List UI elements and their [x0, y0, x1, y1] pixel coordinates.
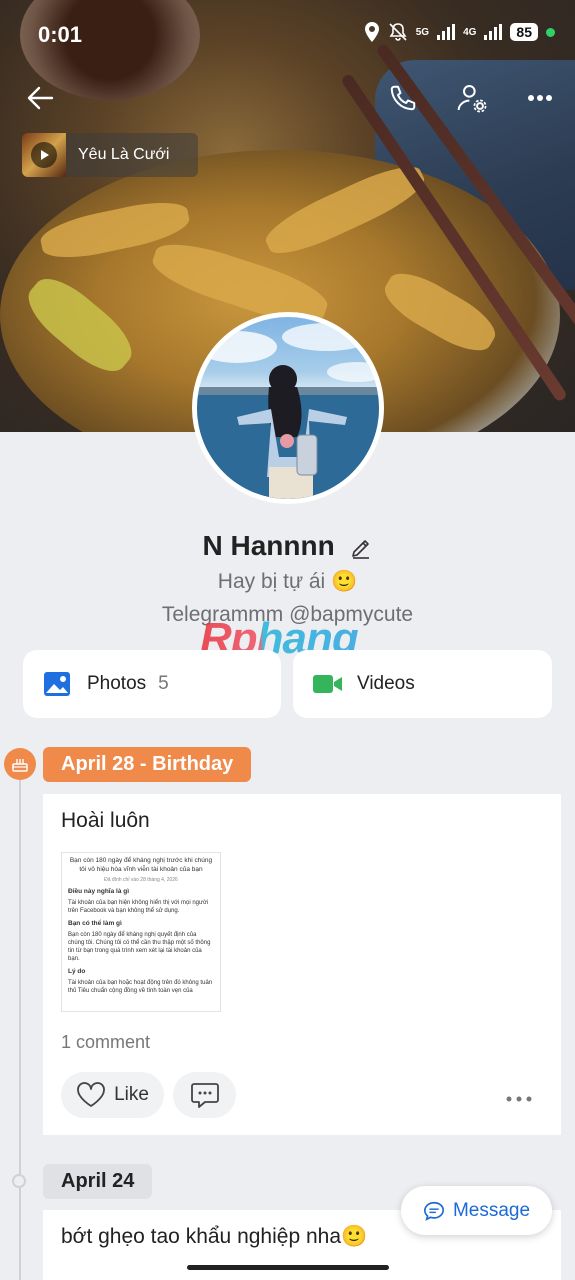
profile-avatar[interactable]: [192, 312, 384, 504]
mute-bell-icon: [389, 23, 407, 41]
timeline-node: [12, 1174, 26, 1188]
comment-count[interactable]: 1 comment: [61, 1032, 150, 1053]
photos-count: 5: [158, 673, 169, 694]
user-settings-icon: [457, 85, 487, 113]
music-thumbnail: [22, 133, 66, 177]
birthday-cake-icon: [4, 748, 36, 780]
attachment-section-body: Bạn còn 180 ngày để kháng nghị quyết địn…: [68, 932, 211, 963]
attachment-section-title: Bạn có thể làm gì: [68, 920, 122, 928]
attachment-heading: Bạn còn 180 ngày để kháng nghị trước khi…: [69, 857, 213, 873]
photos-label: Photos: [87, 673, 147, 694]
attachment-section-body: Tài khoản của bạn hiện không hiển thị vớ…: [68, 900, 209, 915]
call-button[interactable]: [385, 80, 421, 116]
profile-name-row: N Hannnn: [0, 530, 575, 562]
post-text: bớt ghẹo tao khẩu nghiệp nha🙂: [61, 1225, 368, 1248]
location-icon: [364, 22, 379, 42]
post-options-button[interactable]: [505, 1090, 533, 1108]
edit-pencil-icon[interactable]: [349, 536, 373, 560]
like-label: Like: [114, 1084, 149, 1105]
profile-bio-line-1: Hay bị tự ái 🙂: [217, 570, 358, 593]
comment-button[interactable]: [173, 1072, 236, 1118]
like-button[interactable]: Like: [61, 1072, 164, 1118]
videos-tile[interactable]: Videos: [293, 650, 552, 718]
attachment-section-body: Tài khoản của bạn hoặc hoạt động trên đó…: [68, 980, 213, 995]
profile-settings-button[interactable]: [454, 80, 490, 116]
signal-icon: [437, 24, 456, 40]
music-title: Yêu Là Cưới: [78, 146, 170, 163]
attachment-section-title: Điều này nghĩa là gì: [68, 888, 130, 896]
attachment-section-title: Lý do: [68, 968, 86, 976]
more-horizontal-icon: [506, 1096, 532, 1102]
timeline-post: Hoài luôn Bạn còn 180 ngày để kháng nghị…: [43, 794, 561, 1135]
profile-name: N Hannnn: [202, 530, 335, 561]
battery-level: 85: [510, 23, 538, 41]
heart-icon: [77, 1082, 105, 1107]
network-4g-label: 4G: [463, 26, 477, 38]
video-camera-icon: [313, 675, 342, 693]
privacy-indicator-dot: [546, 27, 555, 37]
photos-icon: [44, 672, 70, 696]
photos-tile[interactable]: Photos 5: [23, 650, 281, 718]
back-button[interactable]: [22, 80, 58, 116]
status-bar: 0:01 5G 4G 85: [0, 0, 575, 68]
post-text: Hoài luôn: [61, 809, 150, 832]
timeline-line: [19, 780, 21, 1280]
status-icons: 5G 4G 85: [364, 22, 555, 42]
videos-label: Videos: [357, 673, 415, 694]
more-horizontal-icon: [528, 95, 552, 101]
phone-icon: [390, 85, 416, 111]
comment-bubble-icon: [190, 1083, 219, 1108]
more-button[interactable]: [522, 80, 558, 116]
timeline-date-birthday: April 28 - Birthday: [43, 747, 252, 782]
avatar-image: [197, 323, 379, 499]
post-attachment-image[interactable]: Bạn còn 180 ngày để kháng nghị trước khi…: [61, 852, 221, 1012]
home-indicator[interactable]: [187, 1265, 389, 1270]
chat-bubble-icon: [423, 1201, 444, 1221]
message-label: Message: [452, 1199, 531, 1221]
attachment-subtext: Đã đình chỉ vào 28 tháng 4, 2026: [104, 876, 178, 883]
profile-music-chip[interactable]: Yêu Là Cưới: [22, 133, 198, 177]
message-button[interactable]: Message: [401, 1186, 552, 1235]
status-time: 0:01: [38, 22, 83, 47]
signal-icon: [484, 24, 503, 40]
arrow-left-icon: [27, 86, 54, 110]
timeline-date: April 24: [43, 1164, 153, 1199]
play-icon: [31, 142, 57, 168]
network-5g-label: 5G: [415, 26, 430, 38]
